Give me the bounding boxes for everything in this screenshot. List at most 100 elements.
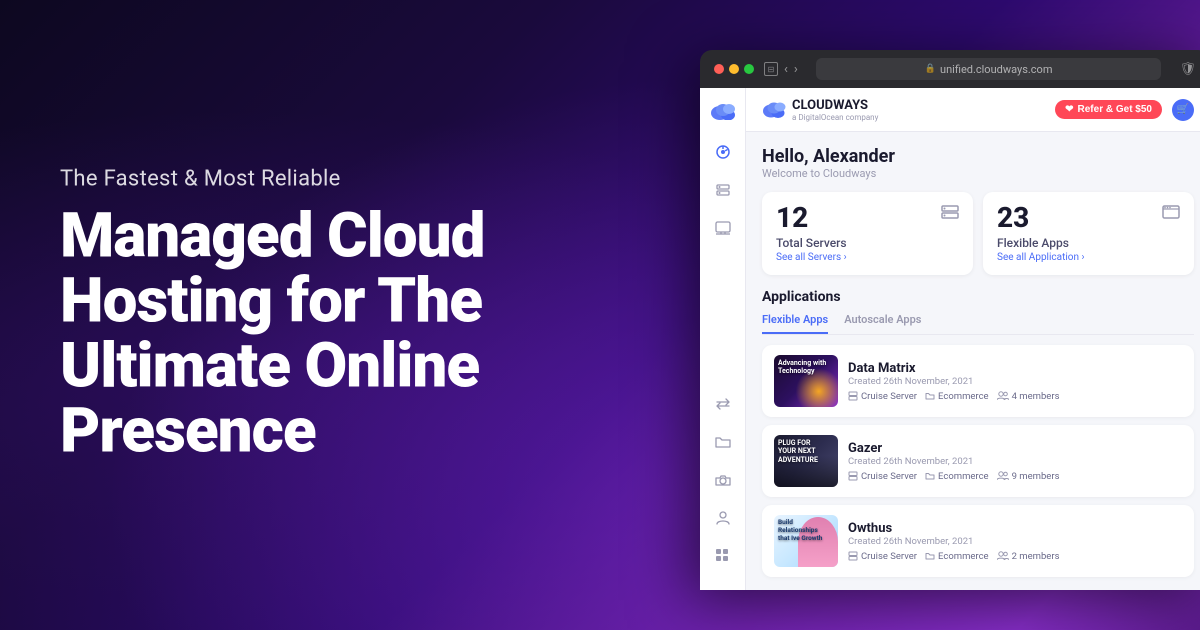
dashboard-icon (715, 144, 731, 160)
app-name-datamatrix: Data Matrix (848, 361, 1182, 376)
members-meta-datamatrix: 4 members (997, 391, 1060, 402)
heart-icon: ❤ (1065, 104, 1073, 115)
servers-count: 12 (776, 204, 808, 232)
type-meta-owthus: Ecommerce (925, 551, 989, 562)
dashboard: Hello, Alexander Welcome to Cloudways 12 (746, 132, 1200, 590)
folder-small-icon (925, 391, 935, 401)
stats-row: 12 Total Servers See al (762, 192, 1194, 275)
tab-autoscale-apps[interactable]: Autoscale Apps (844, 313, 921, 334)
forward-button[interactable]: › (794, 62, 798, 77)
members-icon (997, 391, 1009, 401)
stat-card-apps: 23 Flexible Apps (983, 192, 1194, 275)
applications-tabs: Flexible Apps Autoscale Apps (762, 313, 1194, 335)
app-thumbnail-gazer: PLUG FOR YOUR NEXT ADVENTURE (774, 435, 838, 487)
lock-icon: 🔒 (925, 64, 936, 74)
shield-browser-icon: 🛡 (1179, 62, 1196, 77)
camera-icon (715, 472, 731, 488)
minimize-button[interactable] (729, 64, 739, 74)
brand-sub: a DigitalOcean company (792, 113, 878, 122)
sidebar-item-apps[interactable] (713, 218, 733, 238)
server-small-icon (848, 551, 858, 561)
members-icon (997, 551, 1009, 561)
sidebar-bottom (713, 394, 733, 576)
sidebar-item-servers[interactable] (713, 180, 733, 200)
transfer-icon (715, 396, 731, 412)
apps-label: Flexible Apps (997, 236, 1180, 250)
maximize-button[interactable] (744, 64, 754, 74)
cloudways-brand: CLOUDWAYS a DigitalOcean company (762, 98, 878, 122)
grid-icon (715, 548, 731, 564)
members-meta-gazer: 9 members (997, 471, 1060, 482)
person-icon (715, 510, 731, 526)
stat-header-servers: 12 (776, 204, 959, 232)
server-icon (941, 205, 959, 219)
list-item[interactable]: PLUG FOR YOUR NEXT ADVENTURE Gazer Creat… (762, 425, 1194, 497)
app-created-datamatrix: Created 26th November, 2021 (848, 376, 1182, 387)
sidebar-item-person[interactable] (713, 508, 733, 528)
thumb-label-gazer: PLUG FOR YOUR NEXT ADVENTURE (778, 439, 828, 464)
server-meta-gazer: Cruise Server (848, 471, 917, 482)
members-meta-owthus: 2 members (997, 551, 1060, 562)
sidebar-item-dashboard[interactable] (713, 142, 733, 162)
stat-header-apps: 23 (997, 204, 1180, 232)
url-text: unified.cloudways.com (940, 63, 1052, 76)
brand-text: CLOUDWAYS a DigitalOcean company (792, 98, 878, 122)
list-item[interactable]: Advancing with Technology Data Matrix Cr… (762, 345, 1194, 417)
server-meta-datamatrix: Cruise Server (848, 391, 917, 402)
address-bar[interactable]: 🔒 unified.cloudways.com (816, 58, 1162, 80)
tab-flexible-apps[interactable]: Flexible Apps (762, 313, 828, 334)
reader-icon[interactable]: ⊟ (764, 62, 778, 76)
cart-icon: 🛒 (1177, 104, 1189, 115)
greeting-sub: Welcome to Cloudways (762, 167, 1194, 180)
app-layout: CLOUDWAYS a DigitalOcean company ❤ Refer… (700, 88, 1200, 590)
type-meta-datamatrix: Ecommerce (925, 391, 989, 402)
browser-nav: ⊟ ‹ › (764, 62, 798, 77)
browser-right-icons: 🛡 (1179, 62, 1196, 77)
sidebar-item-grid[interactable] (713, 546, 733, 566)
sidebar-item-camera[interactable] (713, 470, 733, 490)
stat-card-servers: 12 Total Servers See al (762, 192, 973, 275)
members-icon (997, 471, 1009, 481)
section-title: Applications (762, 289, 1194, 305)
app-info-owthus: Owthus Created 26th November, 2021 Cruis… (848, 521, 1182, 562)
greeting: Hello, Alexander Welcome to Cloudways (762, 146, 1194, 180)
apps-link[interactable]: See all Application › (997, 252, 1180, 263)
traffic-lights (714, 64, 754, 74)
app-name-gazer: Gazer (848, 441, 1182, 456)
close-button[interactable] (714, 64, 724, 74)
browser-window: ⊟ ‹ › 🔒 unified.cloudways.com 🛡 (700, 50, 1200, 590)
hero-section: The Fastest & Most Reliable Managed Clou… (60, 166, 484, 463)
app-info-gazer: Gazer Created 26th November, 2021 Cruise… (848, 441, 1182, 482)
app-meta-gazer: Cruise Server Ecommerce (848, 471, 1182, 482)
list-item[interactable]: Build Relationships that Ive Growth Owth… (762, 505, 1194, 577)
app-meta-owthus: Cruise Server Ecommerce (848, 551, 1182, 562)
app-meta-datamatrix: Cruise Server Ecommerce (848, 391, 1182, 402)
cloudways-sidebar-logo (710, 102, 736, 120)
tagline: The Fastest & Most Reliable (60, 166, 484, 191)
headline: Managed Cloud Hosting for The Ultimate O… (60, 203, 484, 463)
apps-stat-icon (1162, 204, 1180, 223)
main-content: CLOUDWAYS a DigitalOcean company ❤ Refer… (746, 88, 1200, 590)
cart-button[interactable]: 🛒 (1172, 99, 1194, 121)
server-meta-owthus: Cruise Server (848, 551, 917, 562)
app-name-owthus: Owthus (848, 521, 1182, 536)
sidebar-item-transfer[interactable] (713, 394, 733, 414)
app-thumbnail-datamatrix: Advancing with Technology (774, 355, 838, 407)
back-button[interactable]: ‹ (784, 62, 788, 77)
app-created-owthus: Created 26th November, 2021 (848, 536, 1182, 547)
browser-chrome: ⊟ ‹ › 🔒 unified.cloudways.com 🛡 (700, 50, 1200, 88)
greeting-name: Hello, Alexander (762, 146, 1194, 167)
servers-link[interactable]: See all Servers › (776, 252, 959, 263)
server-small-icon (848, 391, 858, 401)
refer-button[interactable]: ❤ Refer & Get $50 (1055, 100, 1162, 119)
app-created-gazer: Created 26th November, 2021 (848, 456, 1182, 467)
thumb-label-datamatrix: Advancing with Technology (778, 359, 828, 376)
app-list: Advancing with Technology Data Matrix Cr… (762, 345, 1194, 577)
sidebar (700, 88, 746, 590)
apps-icon (715, 220, 731, 236)
sidebar-item-folder[interactable] (713, 432, 733, 452)
cloudways-logo (762, 101, 786, 118)
folder-small-icon (925, 471, 935, 481)
sidebar-logo (710, 102, 736, 120)
folder-small-icon (925, 551, 935, 561)
